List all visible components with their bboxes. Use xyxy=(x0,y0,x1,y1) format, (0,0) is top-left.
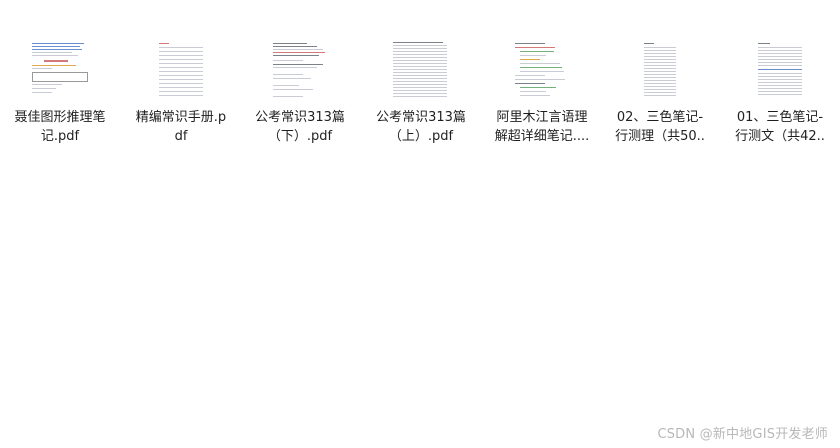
pdf-document-thumbnail-icon xyxy=(750,40,810,102)
file-name: 聂佳图形推理笔 记.pdf xyxy=(14,110,106,144)
pdf-document-thumbnail-icon xyxy=(151,40,211,102)
file-name: 阿里木江言语理 解超详细笔记.... xyxy=(494,110,590,144)
watermark: CSDN @新中地GIS开发老师 xyxy=(657,427,828,442)
pdf-document-thumbnail-icon xyxy=(630,40,690,102)
file-name: 公考常识313篇 （下）.pdf xyxy=(255,110,345,144)
file-item[interactable]: 02、三色笔记- 行测理（共50.. xyxy=(600,28,720,158)
pdf-document-thumbnail-icon xyxy=(512,40,572,102)
file-item[interactable]: 阿里木江言语理 解超详细笔记.... xyxy=(482,28,602,158)
file-item[interactable]: 精编常识手册.p df xyxy=(121,28,241,158)
file-item[interactable]: 公考常识313篇 （下）.pdf xyxy=(240,28,360,158)
file-item[interactable]: 公考常识313篇 （上）.pdf xyxy=(361,28,481,158)
file-name: 01、三色笔记- 行测文（共42.. xyxy=(735,110,825,144)
file-grid: 聂佳图形推理笔 记.pdf 精编常识手册.p df 公考常识313篇 （下）.p… xyxy=(0,0,840,448)
file-item[interactable]: 聂佳图形推理笔 记.pdf xyxy=(0,28,120,158)
pdf-document-thumbnail-icon xyxy=(270,40,330,102)
file-item[interactable]: 01、三色笔记- 行测文（共42.. xyxy=(720,28,840,158)
file-name: 02、三色笔记- 行测理（共50.. xyxy=(615,110,705,144)
file-name: 精编常识手册.p df xyxy=(135,110,227,144)
pdf-document-thumbnail-icon xyxy=(391,40,451,102)
pdf-document-thumbnail-icon xyxy=(30,40,90,102)
file-name: 公考常识313篇 （上）.pdf xyxy=(376,110,466,144)
